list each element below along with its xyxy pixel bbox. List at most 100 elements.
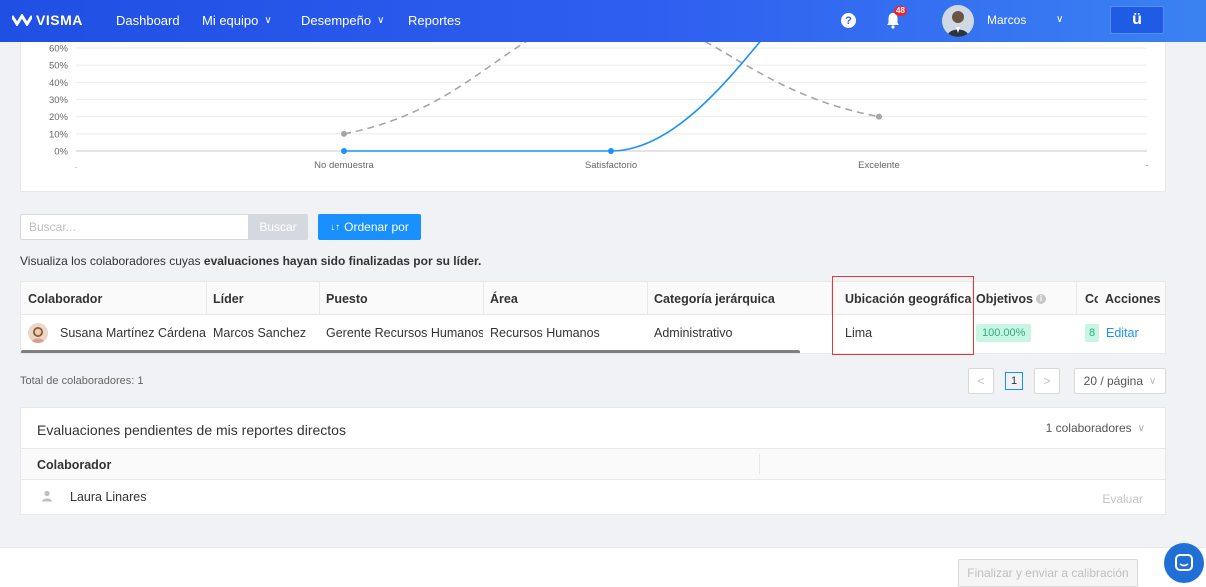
pending-title: Evaluaciones pendientes de mis reportes …	[37, 422, 346, 438]
data-point	[341, 130, 347, 137]
y-tick-label: 60%	[49, 44, 69, 55]
nav-desempeno-label: Desempeño	[301, 13, 372, 28]
help-icon[interactable]: ?	[841, 13, 856, 28]
nav-dashboard-label: Dashboard	[116, 13, 180, 28]
user-name[interactable]: Marcos	[987, 13, 1026, 27]
table-header: Colaborador Líder Puesto Área Categoría …	[21, 282, 1165, 315]
header-area[interactable]: Área	[483, 282, 647, 315]
header-categoria[interactable]: Categoría jerárquica	[647, 282, 811, 315]
chevron-down-icon: ∨	[264, 15, 272, 26]
visma-logo[interactable]: VISMA	[12, 12, 83, 28]
x-tick-label: Satisfactorio	[585, 160, 637, 171]
pending-count-toggle[interactable]: 1 colaboradores ∨	[1046, 421, 1145, 435]
page-number: 1	[1005, 372, 1023, 390]
chat-button[interactable]	[1164, 543, 1204, 583]
header-objetivos-label: Objetivos	[976, 291, 1033, 306]
x-edge-label: .	[75, 160, 78, 171]
results-chart: 60% 50% 40% 30% 20% 10% 0% No demuestra Satisfac…	[20, 42, 1166, 192]
line-chart: 60% 50% 40% 30% 20% 10% 0% No demuestra Satisfac…	[49, 42, 1149, 171]
x-edge-label: -	[1145, 160, 1148, 171]
series-line	[343, 42, 880, 135]
column-divider	[1076, 282, 1077, 315]
y-tick-label: 30%	[49, 95, 69, 106]
y-tick-label: 10%	[49, 129, 69, 140]
prev-page-button[interactable]: <	[968, 368, 994, 394]
chevron-down-icon[interactable]: ∨	[1056, 14, 1063, 25]
header-objetivos[interactable]: Objetivos i	[969, 282, 1074, 315]
header-puesto[interactable]: Puesto	[319, 282, 483, 315]
data-point	[341, 148, 347, 154]
cell-puesto: Gerente Recursos Humanos	[326, 325, 483, 340]
x-tick-label: Excelente	[858, 160, 900, 171]
nav-reportes[interactable]: Reportes	[408, 13, 461, 28]
description-bold: evaluaciones hayan sido finalizadas por …	[203, 254, 482, 268]
notification-badge: 48	[894, 6, 907, 16]
cell-acciones: Editar	[1099, 316, 1165, 349]
highlight-box	[832, 276, 974, 355]
nav-reportes-label: Reportes	[408, 13, 461, 28]
finalize-button[interactable]: Finalizar y enviar a calibración	[958, 559, 1138, 587]
search-button[interactable]: Buscar	[248, 214, 308, 240]
brand-name: VISMA	[36, 12, 83, 28]
horizontal-scrollbar[interactable]	[21, 350, 800, 353]
next-page-button[interactable]: >	[1034, 368, 1060, 394]
data-point	[876, 113, 882, 120]
cell-categoria: Administrativo	[654, 325, 733, 340]
order-by-label: Ordenar por	[344, 220, 409, 234]
column-divider	[759, 454, 760, 474]
sort-icon: ↓↑	[330, 221, 341, 233]
header-co[interactable]: Co	[1078, 282, 1098, 315]
y-tick-label: 20%	[49, 112, 69, 123]
chat-icon	[1175, 554, 1193, 571]
edit-link[interactable]: Editar	[1106, 326, 1139, 340]
data-point	[608, 148, 614, 154]
page-size-select[interactable]: 20 / página ∨	[1074, 368, 1166, 394]
y-tick-label: 40%	[49, 78, 69, 89]
collaborator-avatar-image	[31, 326, 45, 343]
nav-mi-equipo[interactable]: Mi equipo ∨	[202, 13, 272, 28]
evaluate-button[interactable]: Evaluar	[1102, 492, 1143, 506]
page-1-button[interactable]: 1	[1001, 368, 1027, 394]
info-icon[interactable]: i	[1035, 293, 1046, 304]
user-avatar[interactable]	[942, 5, 974, 37]
cell-objetivos: 100.00%	[969, 316, 1074, 349]
x-tick-label: No demuestra	[314, 160, 374, 171]
nav-desempeno[interactable]: Desempeño ∨	[301, 13, 384, 28]
description-prefix: Visualiza los colaboradores cuyas	[20, 254, 204, 268]
objetivos-badge: 100.00%	[976, 323, 1032, 342]
pending-collaborator-name: Laura Linares	[70, 490, 147, 504]
app-switcher-button[interactable]: ü	[1110, 6, 1164, 34]
cell-co: 8	[1079, 316, 1101, 349]
pending-table-header: Colaborador	[21, 448, 1165, 480]
header-lider[interactable]: Líder	[206, 282, 319, 315]
pending-row: Laura Linares Evaluar	[21, 480, 1165, 514]
order-by-button[interactable]: ↓↑ Ordenar por	[318, 214, 421, 240]
collaborator-name: Susana Martínez Cárdena...	[60, 325, 206, 340]
pending-header-colaborador: Colaborador	[37, 458, 112, 472]
collaborators-table: Colaborador Líder Puesto Área Categoría …	[20, 281, 1166, 354]
chevron-down-icon: ∨	[1149, 375, 1157, 387]
y-tick-label: 0%	[54, 147, 68, 158]
chevron-down-icon: ∨	[1137, 422, 1145, 434]
description-text: Visualiza los colaboradores cuyas evalua…	[20, 254, 481, 268]
series-line	[344, 42, 761, 152]
y-tick-label: 50%	[49, 61, 69, 72]
search-input[interactable]	[20, 214, 249, 240]
cell-colaborador[interactable]: Susana Martínez Cárdena...	[21, 316, 206, 349]
collaborator-avatar	[28, 322, 48, 343]
cell-lider: Marcos Sanchez	[213, 325, 307, 340]
nav-dashboard[interactable]: Dashboard	[116, 13, 180, 28]
visma-logo-icon	[12, 14, 32, 26]
pending-count-label: 1 colaboradores	[1045, 421, 1132, 435]
header-colaborador[interactable]: Colaborador	[21, 282, 206, 315]
chevron-down-icon: ∨	[377, 15, 385, 26]
total-count: Total de colaboradores: 1	[20, 375, 144, 387]
top-navbar: VISMA Dashboard Mi equipo ∨ Desempeño ∨ Re…	[0, 0, 1206, 42]
pending-evaluations-card: Evaluaciones pendientes de mis reportes …	[20, 407, 1166, 515]
page-size-label: 20 / página	[1083, 374, 1144, 388]
avatar-image	[947, 11, 969, 37]
co-badge: 8	[1085, 323, 1100, 342]
person-icon	[42, 490, 52, 502]
header-acciones: Acciones	[1105, 291, 1161, 306]
nav-mi-equipo-label: Mi equipo	[202, 13, 259, 28]
